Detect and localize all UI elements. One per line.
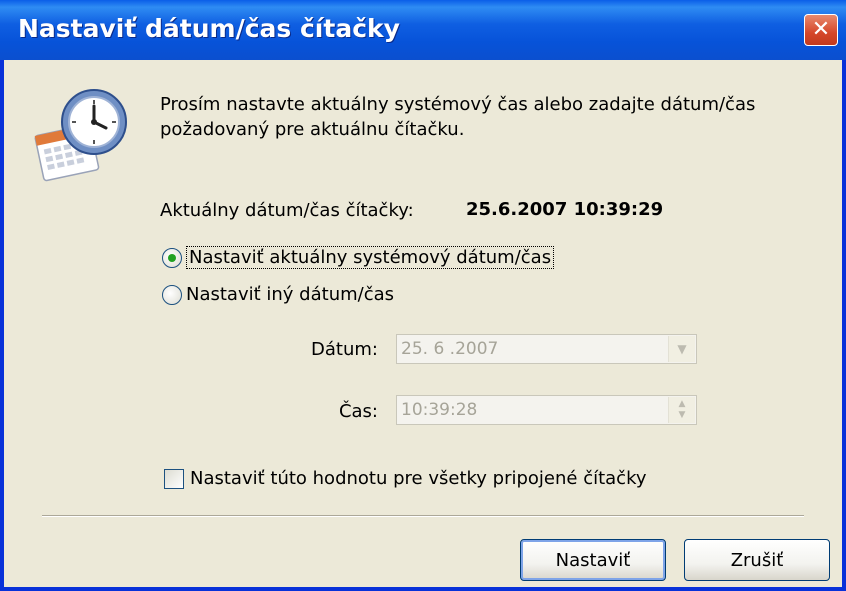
dialog-content: Prosím nastavte aktuálny systémový čas a…	[4, 60, 842, 587]
ok-button[interactable]: Nastaviť	[520, 539, 666, 581]
time-label: Čas:	[338, 401, 378, 422]
checkbox[interactable]	[164, 468, 184, 489]
clock-calendar-icon	[34, 89, 127, 182]
cancel-button[interactable]: Zrušiť	[684, 539, 830, 581]
date-label: Dátum:	[311, 339, 378, 360]
spin-arrows-icon[interactable]: ▲ ▼	[668, 397, 695, 423]
current-datetime-value: 25.6.2007 10:39:29	[466, 199, 664, 220]
radio-system-time-label: Nastaviť aktuálny systémový dátum/čas	[186, 246, 555, 269]
date-value: 25. 6 .2007	[401, 339, 499, 359]
time-spinner[interactable]: 10:39:28 ▲ ▼	[396, 395, 697, 425]
chevron-down-icon[interactable]: ▼	[668, 336, 695, 362]
date-picker[interactable]: 25. 6 .2007 ▼	[396, 334, 697, 364]
separator	[42, 515, 804, 517]
apply-all-label: Nastaviť túto hodnotu pre všetky pripoje…	[190, 468, 647, 489]
close-icon: ✕	[811, 17, 831, 42]
time-value: 10:39:28	[401, 400, 478, 420]
instructions-text: Prosím nastavte aktuálny systémový čas a…	[160, 94, 756, 140]
title-bar[interactable]: Nastaviť dátum/čas čítačky ✕	[0, 0, 846, 60]
radio-system-time[interactable]: Nastaviť aktuálny systémový dátum/čas	[162, 246, 555, 269]
radio-button-checked[interactable]	[162, 247, 182, 268]
radio-button[interactable]	[162, 284, 182, 305]
dialog-window: Nastaviť dátum/čas čítačky ✕ Prosím nast…	[0, 0, 846, 591]
window-title: Nastaviť dátum/čas čítačky	[18, 14, 400, 43]
radio-custom-time[interactable]: Nastaviť iný dátum/čas	[162, 284, 394, 305]
apply-all-checkbox[interactable]: Nastaviť túto hodnotu pre všetky pripoje…	[164, 468, 647, 489]
radio-custom-time-label: Nastaviť iný dátum/čas	[186, 284, 395, 305]
close-button[interactable]: ✕	[804, 14, 838, 46]
current-datetime-label: Aktuálny dátum/čas čítačky:	[160, 200, 414, 221]
